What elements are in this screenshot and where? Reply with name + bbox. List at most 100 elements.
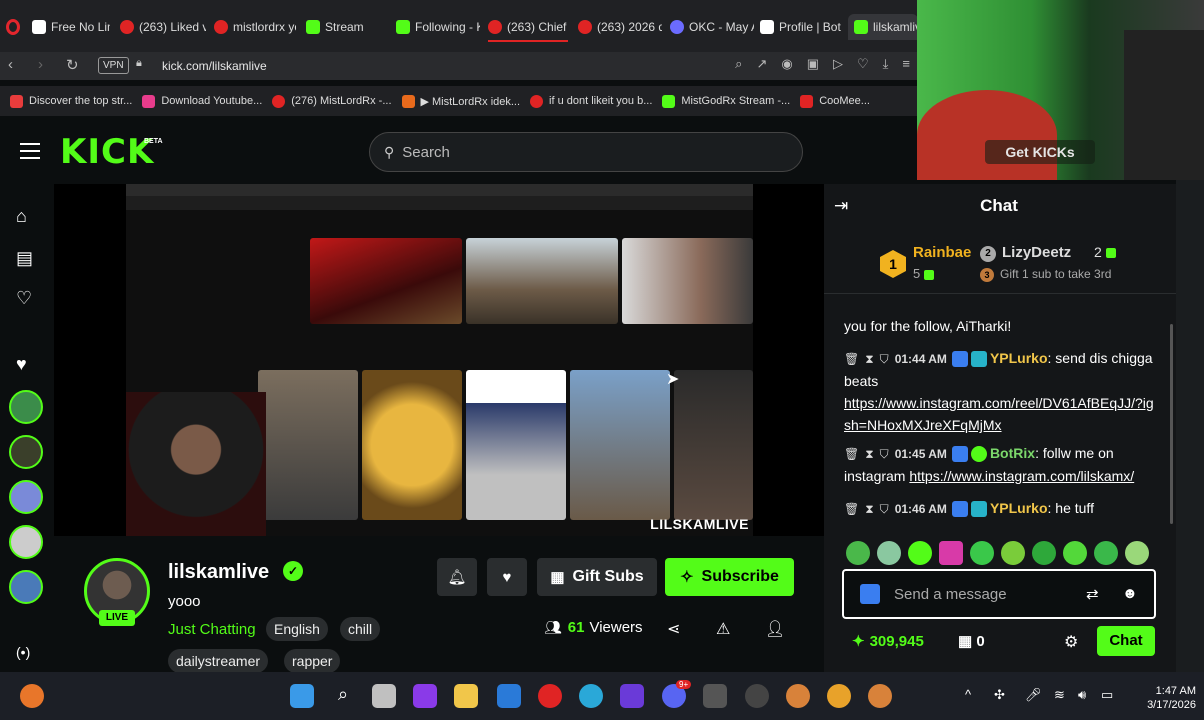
battery-icon[interactable]: ▭: [1101, 687, 1113, 703]
following-heart-icon[interactable]: ♡: [16, 288, 32, 309]
emote-icon[interactable]: [939, 541, 963, 565]
timeout-icon[interactable]: ⧗: [865, 502, 873, 516]
search-input[interactable]: [402, 143, 763, 161]
edge-icon[interactable]: [579, 684, 603, 708]
chat-message-input[interactable]: [894, 585, 1074, 603]
gear-icon[interactable]: ⚙: [1064, 632, 1078, 652]
chat-link[interactable]: https://www.instagram.com/lilskamx/: [909, 468, 1134, 484]
expand-sidebar-icon[interactable]: (•): [16, 644, 30, 660]
emote-icon[interactable]: [877, 541, 901, 565]
send-chat-button[interactable]: Chat: [1097, 626, 1155, 656]
chat-link[interactable]: https://www.instagram.com/reel/DV61AfBEq…: [844, 395, 1154, 433]
cube-icon[interactable]: ▣: [807, 56, 819, 72]
chevron-up-icon[interactable]: ^: [965, 687, 971, 702]
browse-icon[interactable]: ▤: [16, 248, 33, 269]
shield-icon[interactable]: ⛉: [880, 447, 889, 461]
translate-icon[interactable]: ⇄: [1086, 585, 1099, 603]
browser-tab[interactable]: (263) Chief K: [488, 16, 570, 38]
bookmark[interactable]: if u dont likeit you b...: [530, 94, 652, 108]
app-icon[interactable]: [620, 684, 644, 708]
download-icon[interactable]: ⤓: [883, 56, 889, 72]
video-player[interactable]: LILSKAMLIVE ➤: [54, 184, 824, 536]
gift-subs-button[interactable]: ▦ Gift Subs: [537, 558, 657, 596]
category-link[interactable]: Just Chatting: [168, 621, 256, 638]
followed-channel-avatar[interactable]: [9, 525, 43, 559]
camera-app-icon[interactable]: [703, 684, 727, 708]
system-clock[interactable]: 1:47 AM 3/17/2026: [1147, 684, 1196, 712]
kick-logo[interactable]: KICK: [60, 132, 154, 172]
microphone-icon[interactable]: 🎤︎: [1025, 687, 1042, 703]
volume-icon[interactable]: 🔊︎: [1078, 687, 1086, 703]
notification-bell-button[interactable]: 🔔︎: [437, 558, 477, 596]
app-icon[interactable]: [868, 684, 892, 708]
trash-icon[interactable]: 🗑︎: [844, 447, 859, 461]
windows-start-icon[interactable]: [290, 684, 314, 708]
leaderboard-first-name[interactable]: Rainbae: [913, 244, 971, 261]
menu-icon[interactable]: ≡: [902, 56, 910, 72]
file-explorer-icon[interactable]: [454, 684, 478, 708]
opera-icon[interactable]: [538, 684, 562, 708]
followed-channel-avatar[interactable]: [9, 390, 43, 424]
tag-pill[interactable]: English: [266, 617, 328, 641]
browser-tab[interactable]: Following - K: [396, 16, 480, 38]
browser-tab[interactable]: Profile | Bot: [760, 16, 844, 38]
app-icon[interactable]: [20, 684, 44, 708]
chat-username[interactable]: YPLurko: [990, 350, 1048, 366]
search-icon[interactable]: ⌕: [331, 684, 355, 708]
followed-channel-avatar[interactable]: [9, 480, 43, 514]
task-view-icon[interactable]: [372, 684, 396, 708]
shield-icon[interactable]: ⛉: [880, 502, 889, 516]
report-warning-icon[interactable]: ⚠: [716, 619, 730, 639]
leaderboard-second-name[interactable]: LizyDeetz: [1002, 244, 1071, 261]
chat-scrollbar[interactable]: [1170, 324, 1173, 524]
trash-icon[interactable]: 🗑︎: [844, 502, 859, 516]
forward-arrow-icon[interactable]: ›: [38, 56, 43, 73]
reload-icon[interactable]: ↻: [66, 56, 79, 74]
emote-icon[interactable]: [1063, 541, 1087, 565]
home-icon[interactable]: ⌂: [16, 206, 27, 227]
bookmark[interactable]: Discover the top str...: [10, 94, 132, 108]
get-kicks-button[interactable]: Get KICKs: [985, 140, 1095, 164]
url-field[interactable]: kick.com/lilskamlive: [162, 59, 267, 73]
heart-icon[interactable]: ♡: [857, 56, 869, 72]
emote-badge-icon[interactable]: [860, 584, 880, 604]
wifi-icon[interactable]: ≋: [1054, 687, 1065, 703]
channel-points[interactable]: ✦ 309,945: [852, 632, 924, 650]
emoji-picker-icon[interactable]: ☻: [1122, 585, 1138, 602]
gift-count[interactable]: ▦ 0: [958, 632, 985, 650]
obs-icon[interactable]: [745, 684, 769, 708]
tag-pill[interactable]: rapper: [284, 649, 341, 673]
share-icon[interactable]: ↗: [756, 56, 767, 72]
chat-message-box[interactable]: ⇄ ☻: [842, 569, 1156, 619]
vpn-badge[interactable]: VPN: [98, 57, 129, 74]
timeout-icon[interactable]: ⧗: [865, 352, 873, 366]
emote-icon[interactable]: [846, 541, 870, 565]
bookmark[interactable]: (276) MistLordRx -...: [272, 94, 392, 108]
shield-icon[interactable]: ⛉: [880, 352, 889, 366]
hamburger-menu-icon[interactable]: [20, 143, 40, 159]
subscribe-button[interactable]: ✧ Subscribe: [665, 558, 794, 596]
follow-heart-button[interactable]: ♥: [487, 558, 527, 596]
emote-icon[interactable]: [908, 541, 932, 565]
bookmark[interactable]: MistGodRx Stream -...: [662, 94, 790, 108]
app-icon[interactable]: [827, 684, 851, 708]
browser-tab[interactable]: (263) 2026 d: [578, 16, 662, 38]
emote-icon[interactable]: [1125, 541, 1149, 565]
trash-icon[interactable]: 🗑︎: [844, 352, 859, 366]
channel-name[interactable]: lilskamlive: [168, 561, 269, 584]
lock-icon[interactable]: 🔒︎: [136, 57, 142, 70]
browser-tab[interactable]: (263) Liked v: [120, 16, 206, 38]
search-page-icon[interactable]: ⌕: [735, 56, 742, 72]
browser-tab[interactable]: mistlordrx yo: [214, 16, 296, 38]
emote-icon[interactable]: [970, 541, 994, 565]
opera-logo-icon[interactable]: [6, 19, 20, 35]
user-manage-icon[interactable]: 👤︎: [765, 619, 785, 639]
back-arrow-icon[interactable]: ‹: [8, 56, 13, 73]
followed-channel-avatar[interactable]: [9, 570, 43, 604]
chat-username[interactable]: BotRix: [990, 445, 1035, 461]
emote-icon[interactable]: [1032, 541, 1056, 565]
search-box[interactable]: ⚲: [369, 132, 803, 172]
camera-icon[interactable]: ◉: [781, 56, 792, 72]
bookmark[interactable]: ▶ MistLordRx idek...: [401, 94, 520, 108]
chat-username[interactable]: YPLurko: [990, 500, 1048, 516]
